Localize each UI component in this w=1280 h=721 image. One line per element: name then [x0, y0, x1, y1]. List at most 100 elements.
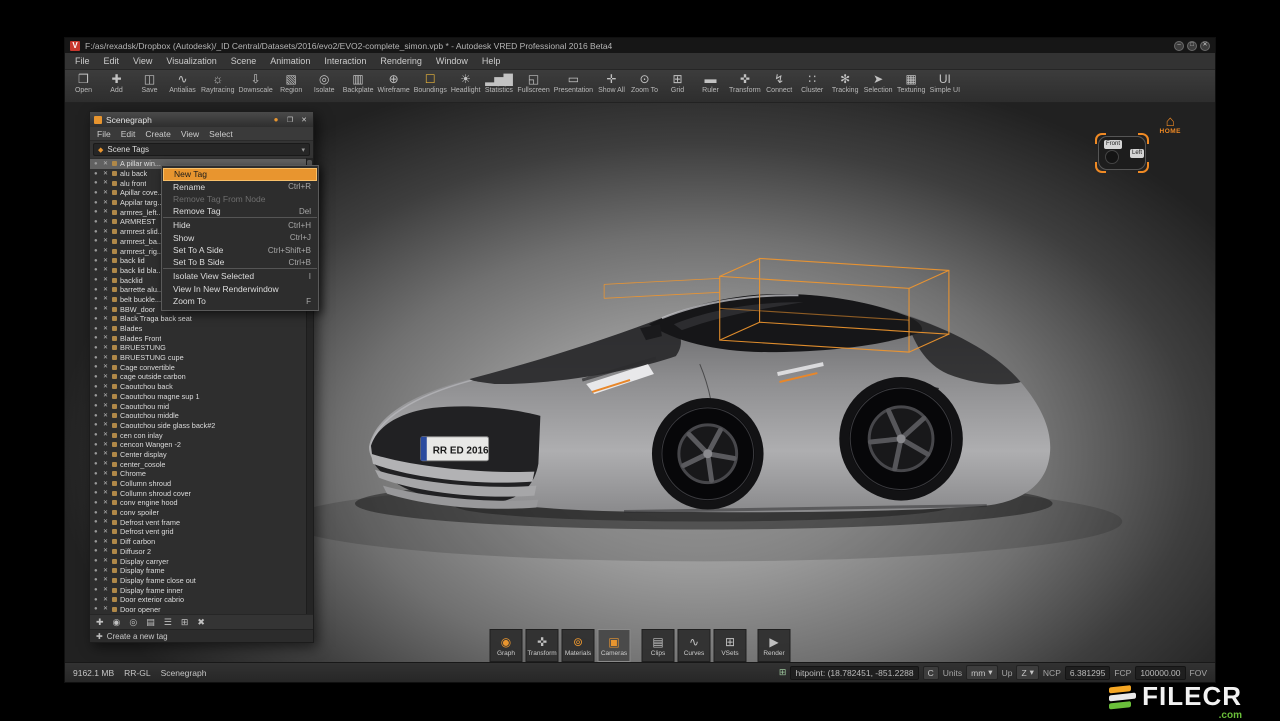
node-exclude-icon[interactable]: ✕	[103, 355, 109, 361]
node-switch-icon[interactable]: ●	[94, 548, 100, 554]
toolbar-button[interactable]: ☀ Headlight	[449, 71, 483, 94]
node-exclude-icon[interactable]: ✕	[103, 500, 109, 506]
node-exclude-icon[interactable]: ✕	[103, 335, 109, 341]
context-menu-item[interactable]: Remove Tag From Node	[163, 193, 317, 206]
node-exclude-icon[interactable]: ✕	[103, 393, 109, 399]
scenegraph-menu-item[interactable]: Select	[204, 129, 238, 139]
dock-module-button[interactable]: ▣ Cameras	[598, 629, 631, 662]
node-switch-icon[interactable]: ●	[94, 568, 100, 574]
scenegraph-node-row[interactable]: ● ✕ Black Traga back seat	[90, 314, 313, 324]
node-switch-icon[interactable]: ●	[94, 326, 100, 332]
scenegraph-node-row[interactable]: ● ✕ Defrost vent frame	[90, 517, 313, 527]
navcube-orbit-icon[interactable]	[1105, 150, 1119, 164]
panel-float-icon[interactable]: ❐	[285, 116, 295, 124]
scenegraph-node-row[interactable]: ● ✕ conv spoiler	[90, 508, 313, 518]
units-dropdown[interactable]: mm ▾	[966, 665, 997, 680]
tag-toolbar-icon[interactable]: ✖	[197, 617, 205, 627]
toolbar-button[interactable]: ∷ Cluster	[796, 71, 829, 94]
node-exclude-icon[interactable]: ✕	[103, 171, 109, 177]
node-switch-icon[interactable]: ●	[94, 490, 100, 496]
tag-toolbar-icon[interactable]: ☰	[164, 617, 172, 627]
snap-icon[interactable]: ⊞	[779, 667, 787, 678]
node-switch-icon[interactable]: ●	[94, 345, 100, 351]
node-switch-icon[interactable]: ●	[94, 393, 100, 399]
context-menu-item[interactable]: View In New Renderwindow	[163, 283, 317, 296]
dock-module-button[interactable]: ⊞ VSets	[714, 629, 747, 662]
scenegraph-node-row[interactable]: ● ✕ Display carryer	[90, 556, 313, 566]
toolbar-button[interactable]: UI Simple UI	[928, 71, 962, 94]
node-exclude-icon[interactable]: ✕	[103, 442, 109, 448]
up-axis-dropdown[interactable]: Z ▾	[1016, 665, 1038, 680]
toolbar-button[interactable]: ▬ Ruler	[694, 71, 727, 94]
scenegraph-menu-item[interactable]: View	[176, 129, 204, 139]
node-switch-icon[interactable]: ●	[94, 316, 100, 322]
node-switch-icon[interactable]: ●	[94, 277, 100, 283]
menubar-item[interactable]: View	[126, 54, 159, 68]
node-exclude-icon[interactable]: ✕	[103, 200, 109, 206]
node-switch-icon[interactable]: ●	[94, 558, 100, 564]
render-viewport[interactable]: RR ED 2016	[65, 103, 1215, 662]
scenegraph-node-row[interactable]: ● ✕ Collumn shroud	[90, 479, 313, 489]
clear-button[interactable]: C	[923, 666, 939, 680]
node-switch-icon[interactable]: ●	[94, 422, 100, 428]
scenegraph-node-row[interactable]: ● ✕ Display frame inner	[90, 585, 313, 595]
menubar-item[interactable]: File	[68, 54, 97, 68]
scenegraph-node-row[interactable]: ● ✕ Caoutchou back	[90, 382, 313, 392]
node-switch-icon[interactable]: ●	[94, 287, 100, 293]
toolbar-button[interactable]: ⊙ Zoom To	[628, 71, 661, 94]
node-switch-icon[interactable]: ●	[94, 200, 100, 206]
scenegraph-node-row[interactable]: ● ✕ Door exterior cabrio	[90, 595, 313, 605]
node-exclude-icon[interactable]: ✕	[103, 248, 109, 254]
toolbar-button[interactable]: ⇩ Downscale	[236, 71, 274, 94]
node-switch-icon[interactable]: ●	[94, 335, 100, 341]
scenegraph-node-row[interactable]: ● ✕ Diff carbon	[90, 537, 313, 547]
node-switch-icon[interactable]: ●	[94, 481, 100, 487]
create-tag-row[interactable]: ✚ Create a new tag	[90, 629, 313, 642]
node-switch-icon[interactable]: ●	[94, 209, 100, 215]
node-exclude-icon[interactable]: ✕	[103, 577, 109, 583]
node-exclude-icon[interactable]: ✕	[103, 490, 109, 496]
node-switch-icon[interactable]: ●	[94, 461, 100, 467]
node-switch-icon[interactable]: ●	[94, 510, 100, 516]
menubar-item[interactable]: Interaction	[317, 54, 373, 68]
close-button[interactable]: ✕	[1200, 41, 1210, 51]
node-switch-icon[interactable]: ●	[94, 190, 100, 196]
node-exclude-icon[interactable]: ✕	[103, 451, 109, 457]
node-switch-icon[interactable]: ●	[94, 306, 100, 312]
node-exclude-icon[interactable]: ✕	[103, 267, 109, 273]
node-exclude-icon[interactable]: ✕	[103, 539, 109, 545]
node-switch-icon[interactable]: ●	[94, 432, 100, 438]
toolbar-button[interactable]: ▥ Backplate	[341, 71, 376, 94]
toolbar-button[interactable]: ▭ Presentation	[552, 71, 595, 94]
context-menu-item[interactable]: Zoom To F	[163, 295, 317, 308]
toolbar-button[interactable]: ☼ Raytracing	[199, 71, 236, 94]
toolbar-button[interactable]: ☐ Boundings	[412, 71, 449, 94]
node-exclude-icon[interactable]: ✕	[103, 345, 109, 351]
ncp-value-field[interactable]: 6.381295	[1065, 666, 1110, 680]
scenegraph-panel-titlebar[interactable]: Scenegraph ● ❐ ✕	[90, 112, 313, 127]
tag-toolbar-icon[interactable]: ⊞	[181, 617, 189, 627]
node-exclude-icon[interactable]: ✕	[103, 529, 109, 535]
node-switch-icon[interactable]: ●	[94, 587, 100, 593]
node-exclude-icon[interactable]: ✕	[103, 461, 109, 467]
node-exclude-icon[interactable]: ✕	[103, 209, 109, 215]
scenegraph-node-row[interactable]: ● ✕ cencon Wangen -2	[90, 440, 313, 450]
context-menu-item[interactable]: Show Ctrl+J	[163, 232, 317, 245]
navcube-front-button[interactable]: Front	[1104, 140, 1122, 149]
node-exclude-icon[interactable]: ✕	[103, 510, 109, 516]
panel-settings-icon[interactable]: ●	[271, 115, 281, 124]
node-exclude-icon[interactable]: ✕	[103, 471, 109, 477]
node-exclude-icon[interactable]: ✕	[103, 432, 109, 438]
node-exclude-icon[interactable]: ✕	[103, 374, 109, 380]
menubar-item[interactable]: Animation	[263, 54, 317, 68]
node-exclude-icon[interactable]: ✕	[103, 568, 109, 574]
node-switch-icon[interactable]: ●	[94, 161, 100, 167]
scenegraph-node-row[interactable]: ● ✕ center_cosole	[90, 459, 313, 469]
tag-toolbar-icon[interactable]: ▤	[146, 617, 155, 627]
node-exclude-icon[interactable]: ✕	[103, 277, 109, 283]
context-menu-item[interactable]: Rename Ctrl+R	[163, 181, 317, 194]
dock-module-button[interactable]: ∿ Curves	[678, 629, 711, 662]
node-switch-icon[interactable]: ●	[94, 229, 100, 235]
node-exclude-icon[interactable]: ✕	[103, 229, 109, 235]
scenegraph-node-row[interactable]: ● ✕ Defrost vent grid	[90, 527, 313, 537]
